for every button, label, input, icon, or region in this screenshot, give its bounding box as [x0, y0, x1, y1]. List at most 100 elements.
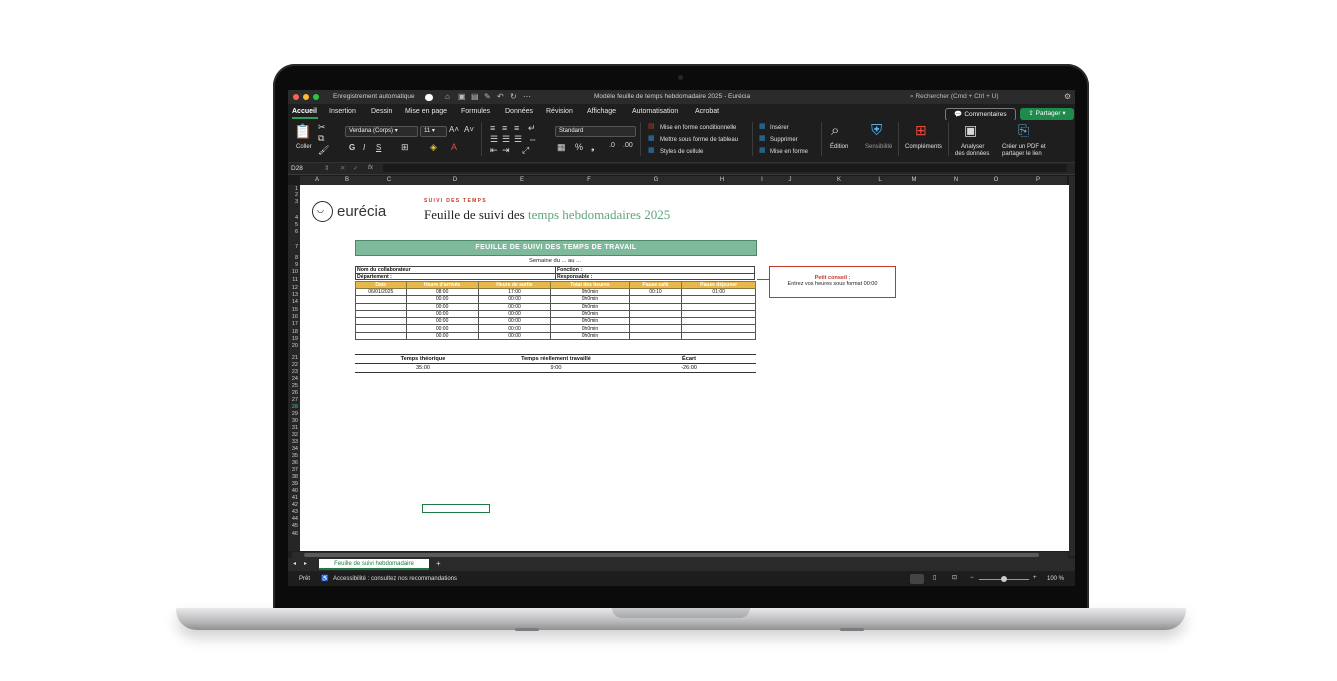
row-header[interactable]: 37	[292, 467, 298, 473]
row-header[interactable]: 32	[292, 432, 298, 438]
row-header[interactable]: 23	[292, 369, 298, 375]
row-header[interactable]: 30	[292, 418, 298, 424]
column-header[interactable]: A	[315, 177, 319, 183]
table-cell[interactable]: 0h0min	[550, 331, 630, 341]
close-window-button[interactable]	[293, 94, 299, 100]
increase-decimal-icon[interactable]: .0	[609, 142, 615, 149]
italic-icon[interactable]: I	[363, 143, 365, 152]
number-format-select[interactable]: Standard	[555, 126, 636, 137]
search-editing-icon[interactable]: ⌕	[831, 122, 839, 139]
row-header[interactable]: 5	[295, 222, 298, 228]
percent-icon[interactable]: %	[575, 142, 583, 152]
minimize-window-button[interactable]	[303, 94, 309, 100]
row-header[interactable]: 6	[295, 229, 298, 235]
format-painter-icon[interactable]: 🖌	[318, 145, 329, 156]
column-header[interactable]: K	[837, 177, 841, 183]
table-cell[interactable]: 00:00	[405, 302, 479, 311]
row-header[interactable]: 40	[292, 488, 298, 494]
edit-icon[interactable]: ✎	[484, 92, 491, 101]
name-box-arrow-icon[interactable]: ⇕	[324, 164, 329, 172]
row-header[interactable]: 24	[292, 376, 298, 382]
column-header[interactable]: I	[761, 177, 763, 183]
row-header[interactable]: 22	[292, 362, 298, 368]
merge-icon[interactable]: ⇔	[528, 134, 537, 144]
zoom-slider-thumb[interactable]	[1001, 576, 1007, 582]
table-cell[interactable]: 0h0min	[550, 317, 630, 326]
tab-automatisation[interactable]: Automatisation	[632, 108, 678, 115]
tab-affichage[interactable]: Affichage	[587, 108, 616, 115]
row-header[interactable]: 19	[292, 336, 298, 342]
row-header[interactable]: 7	[295, 244, 298, 250]
editing-button[interactable]: Édition	[830, 144, 848, 150]
shrink-font-icon[interactable]: A˅	[464, 125, 474, 134]
table-cell[interactable]: 17:00	[477, 287, 552, 297]
cell-styles-button[interactable]: Styles de cellule	[660, 149, 703, 155]
tab-accueil[interactable]: Accueil	[292, 108, 317, 115]
maximize-window-button[interactable]	[313, 94, 319, 100]
save-icon[interactable]: ▣	[458, 92, 466, 101]
outdent-icon[interactable]: ⇤	[490, 145, 498, 156]
table-cell[interactable]	[628, 302, 683, 311]
row-header[interactable]: 29	[292, 411, 298, 417]
format-button[interactable]: Mise en forme	[770, 149, 808, 155]
row-header[interactable]: 2	[295, 192, 298, 198]
selected-cell[interactable]	[422, 504, 490, 513]
row-header-selected[interactable]: 28	[292, 404, 298, 410]
table-cell[interactable]	[355, 302, 407, 311]
row-header[interactable]: 45	[292, 523, 298, 529]
delete-button[interactable]: Supprimer	[770, 137, 798, 143]
row-header[interactable]: 11	[292, 277, 298, 283]
bold-icon[interactable]: G	[349, 143, 355, 152]
column-header[interactable]: M	[912, 177, 917, 183]
name-box[interactable]: D28	[291, 165, 303, 172]
column-header[interactable]: H	[720, 177, 724, 183]
table-cell[interactable]: 00:00	[477, 309, 552, 319]
addins-button[interactable]: Compléments	[905, 144, 942, 150]
column-header[interactable]: N	[954, 177, 958, 183]
align-left-icon[interactable]: ☰	[490, 134, 498, 145]
table-cell[interactable]	[628, 331, 683, 341]
column-header[interactable]: L	[878, 177, 881, 183]
row-header[interactable]: 25	[292, 383, 298, 389]
table-cell[interactable]: 00:00	[405, 309, 479, 319]
table-cell[interactable]: 0h0min	[550, 309, 630, 319]
row-header[interactable]: 14	[292, 299, 298, 305]
paste-icon[interactable]: 📋	[294, 123, 311, 140]
row-header[interactable]: 27	[292, 397, 298, 403]
row-header[interactable]: 41	[292, 495, 298, 501]
column-header[interactable]: G	[654, 177, 659, 183]
indent-icon[interactable]: ⇥	[502, 145, 510, 156]
table-cell[interactable]	[628, 295, 683, 304]
table-cell[interactable]	[355, 309, 407, 319]
row-header[interactable]: 44	[292, 516, 298, 522]
row-header[interactable]: 18	[292, 329, 298, 335]
table-cell[interactable]	[681, 302, 756, 311]
table-cell[interactable]: 00:00	[405, 331, 479, 341]
settings-icon[interactable]: ⚙	[1064, 92, 1071, 101]
redo-icon[interactable]: ↻	[510, 92, 517, 101]
delete-icon[interactable]: ▦	[759, 134, 766, 142]
table-cell[interactable]: 00:00	[405, 317, 479, 326]
table-cell[interactable]	[355, 324, 407, 333]
grow-font-icon[interactable]: A˄	[449, 125, 459, 134]
table-cell[interactable]: 00:00	[405, 295, 479, 304]
table-cell[interactable]: 06/01/2025	[355, 287, 407, 297]
more-icon[interactable]: ⋯	[523, 92, 531, 101]
zoom-level[interactable]: 100 %	[1047, 576, 1064, 582]
tab-insertion[interactable]: Insertion	[329, 108, 356, 115]
zoom-in-icon[interactable]: +	[1033, 575, 1037, 581]
row-header[interactable]: 26	[292, 390, 298, 396]
table-cell[interactable]	[628, 324, 683, 333]
tab-revision[interactable]: Révision	[546, 108, 573, 115]
row-header[interactable]: 13	[292, 292, 298, 298]
home-icon[interactable]: ⌂	[445, 92, 450, 101]
insert-button[interactable]: Insérer	[770, 125, 789, 131]
formula-input[interactable]	[383, 164, 1067, 172]
print-icon[interactable]: ▤	[471, 92, 479, 101]
font-size-select[interactable]: 11 ▾	[420, 126, 447, 137]
row-header[interactable]: 8	[295, 255, 298, 261]
undo-icon[interactable]: ↶	[497, 92, 504, 101]
autosave-toggle[interactable]	[425, 93, 433, 101]
row-header[interactable]: 4	[295, 215, 298, 221]
page-layout-icon[interactable]: ▯	[933, 574, 936, 581]
